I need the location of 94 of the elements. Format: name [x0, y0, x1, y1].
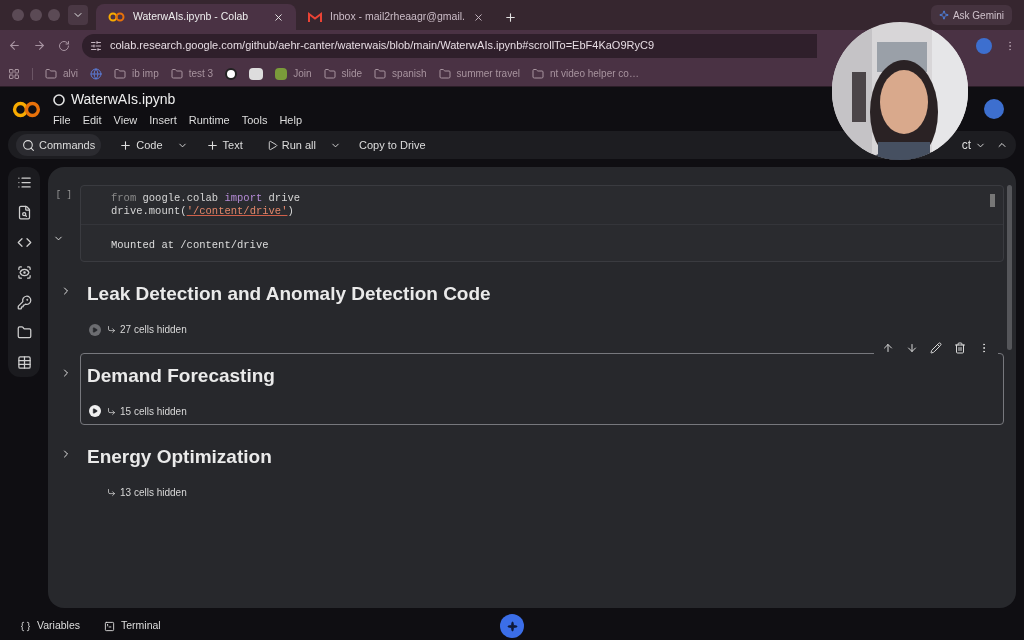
folder-icon[interactable] [16, 325, 32, 340]
table-icon[interactable] [16, 355, 32, 370]
colab-logo-icon [108, 12, 125, 22]
section-heading: Energy Optimization [87, 445, 273, 469]
site-settings-icon[interactable] [90, 39, 102, 52]
menu-item[interactable]: View [113, 112, 138, 129]
run-section-icon[interactable] [89, 405, 101, 417]
toolbar-button[interactable]: Run all [260, 134, 322, 156]
close-icon[interactable] [273, 11, 284, 23]
browser-tab[interactable]: WaterwAIs.ipynb - Colab [96, 4, 296, 30]
hidden-cells-label[interactable]: 27 cells hidden [107, 322, 187, 337]
status-bar-button[interactable]: Terminal [104, 618, 161, 634]
menu-item[interactable]: Runtime [188, 112, 230, 129]
bookmark-logo-icon [249, 67, 264, 80]
tab-title: Inbox - mail2rheaagr@gmail. [330, 9, 465, 25]
folder-icon [114, 67, 126, 80]
code-icon[interactable] [16, 235, 32, 250]
toolbar-button[interactable]: Commands [16, 134, 102, 156]
terminal-icon [104, 620, 115, 632]
menu-item[interactable]: Edit [82, 112, 102, 129]
toolbar-button[interactable]: Text [199, 134, 249, 156]
folder-icon [438, 67, 451, 80]
tab-title: WaterwAIs.ipynb - Colab [133, 9, 250, 25]
gemini-button[interactable] [500, 614, 524, 638]
bookmark[interactable]: ib imp [114, 66, 159, 81]
bookmark-logo-icon [225, 67, 238, 80]
bookmark[interactable]: slide [323, 66, 363, 81]
table-of-contents-icon[interactable] [16, 175, 32, 190]
menu-item[interactable]: File [52, 112, 71, 129]
braces-icon [20, 620, 31, 632]
sparkle-icon [506, 620, 518, 632]
user-avatar[interactable] [984, 99, 1004, 119]
hidden-cells-label[interactable]: 15 cells hidden [107, 403, 187, 419]
globe-icon [90, 67, 102, 80]
address-bar[interactable]: colab.research.google.com/github/aehr-canter/waterwais/blob/main/WaterwAIs.ipynb#scrollTo=EbF4KaO9RyC9 [82, 33, 817, 58]
code-line: from google.colab import drive [111, 192, 301, 205]
scrollbar[interactable] [1007, 185, 1012, 350]
arrow-icon [107, 406, 116, 416]
delete-icon[interactable] [954, 341, 966, 354]
text-cell[interactable]: Energy Optimization 13 cells hidden [80, 434, 1004, 507]
menu-item[interactable]: Tools [241, 112, 268, 129]
hidden-cells-label[interactable]: 13 cells hidden [107, 485, 187, 500]
sparkle-icon [938, 10, 949, 20]
edit-icon[interactable] [930, 341, 942, 354]
cell-output: Mounted at /content/drive [111, 239, 269, 251]
tab-search-button[interactable] [68, 5, 88, 25]
bookmark-logo-icon [275, 67, 288, 80]
connect-button[interactable]: ct [961, 136, 971, 154]
bookmark[interactable]: spanish [374, 66, 427, 81]
folder-icon [323, 67, 336, 80]
ask-gemini-button[interactable]: Ask Gemini [930, 5, 1012, 25]
toolbar-button[interactable]: Code [113, 134, 169, 156]
section-heading: Leak Detection and Anomaly Detection Code [87, 282, 492, 306]
find-icon[interactable] [16, 205, 32, 220]
play-icon [266, 139, 278, 151]
bookmark[interactable]: nt video helper co… [531, 66, 639, 81]
eye-icon[interactable] [16, 265, 32, 280]
back-icon[interactable] [8, 39, 21, 52]
apps-icon[interactable] [8, 67, 20, 80]
close-icon[interactable] [473, 11, 484, 23]
mail-icon [308, 11, 322, 23]
folder-icon [45, 67, 57, 80]
execution-count: [ ] [54, 189, 72, 202]
arrow-icon [107, 488, 116, 497]
toolbar-button[interactable]: Copy to Drive [353, 134, 432, 156]
colab-logo-icon [12, 100, 41, 118]
profile-avatar[interactable] [976, 37, 992, 54]
code-line: drive.mount('/content/drive') [111, 205, 294, 218]
notebook-title[interactable]: WaterwAIs.ipynb [70, 89, 176, 111]
text-cell[interactable]: Leak Detection and Anomaly Detection Code 27 cells hidden [80, 271, 1004, 344]
menu-item[interactable]: Help [279, 112, 303, 129]
key-icon[interactable] [16, 295, 32, 310]
search-icon [22, 138, 35, 152]
scrollbar[interactable] [990, 194, 995, 207]
bookmark[interactable]: summer travel [438, 66, 520, 81]
arrow-icon [107, 325, 116, 334]
move-up-icon[interactable] [882, 341, 894, 354]
folder-icon [170, 67, 183, 80]
folder-icon [531, 67, 544, 80]
plus-icon [205, 138, 219, 152]
bookmark[interactable]: Join [275, 66, 312, 81]
browser-tab[interactable]: Inbox - mail2rheaagr@gmail. [296, 4, 496, 30]
section-heading: Demand Forecasting [87, 363, 276, 388]
bookmark[interactable]: test 3 [170, 66, 214, 81]
menu-item[interactable]: Insert [149, 112, 177, 129]
bookmark[interactable]: alvi [45, 66, 78, 81]
move-down-icon[interactable] [906, 341, 918, 354]
reload-icon[interactable] [58, 39, 70, 52]
new-tab-icon[interactable] [504, 10, 517, 24]
plus-icon [119, 138, 133, 152]
folder-icon [374, 67, 387, 80]
forward-icon[interactable] [33, 39, 46, 52]
status-bar-button[interactable]: Variables [20, 618, 80, 634]
text-cell[interactable]: Demand Forecasting 15 cells hidden [80, 352, 1004, 425]
